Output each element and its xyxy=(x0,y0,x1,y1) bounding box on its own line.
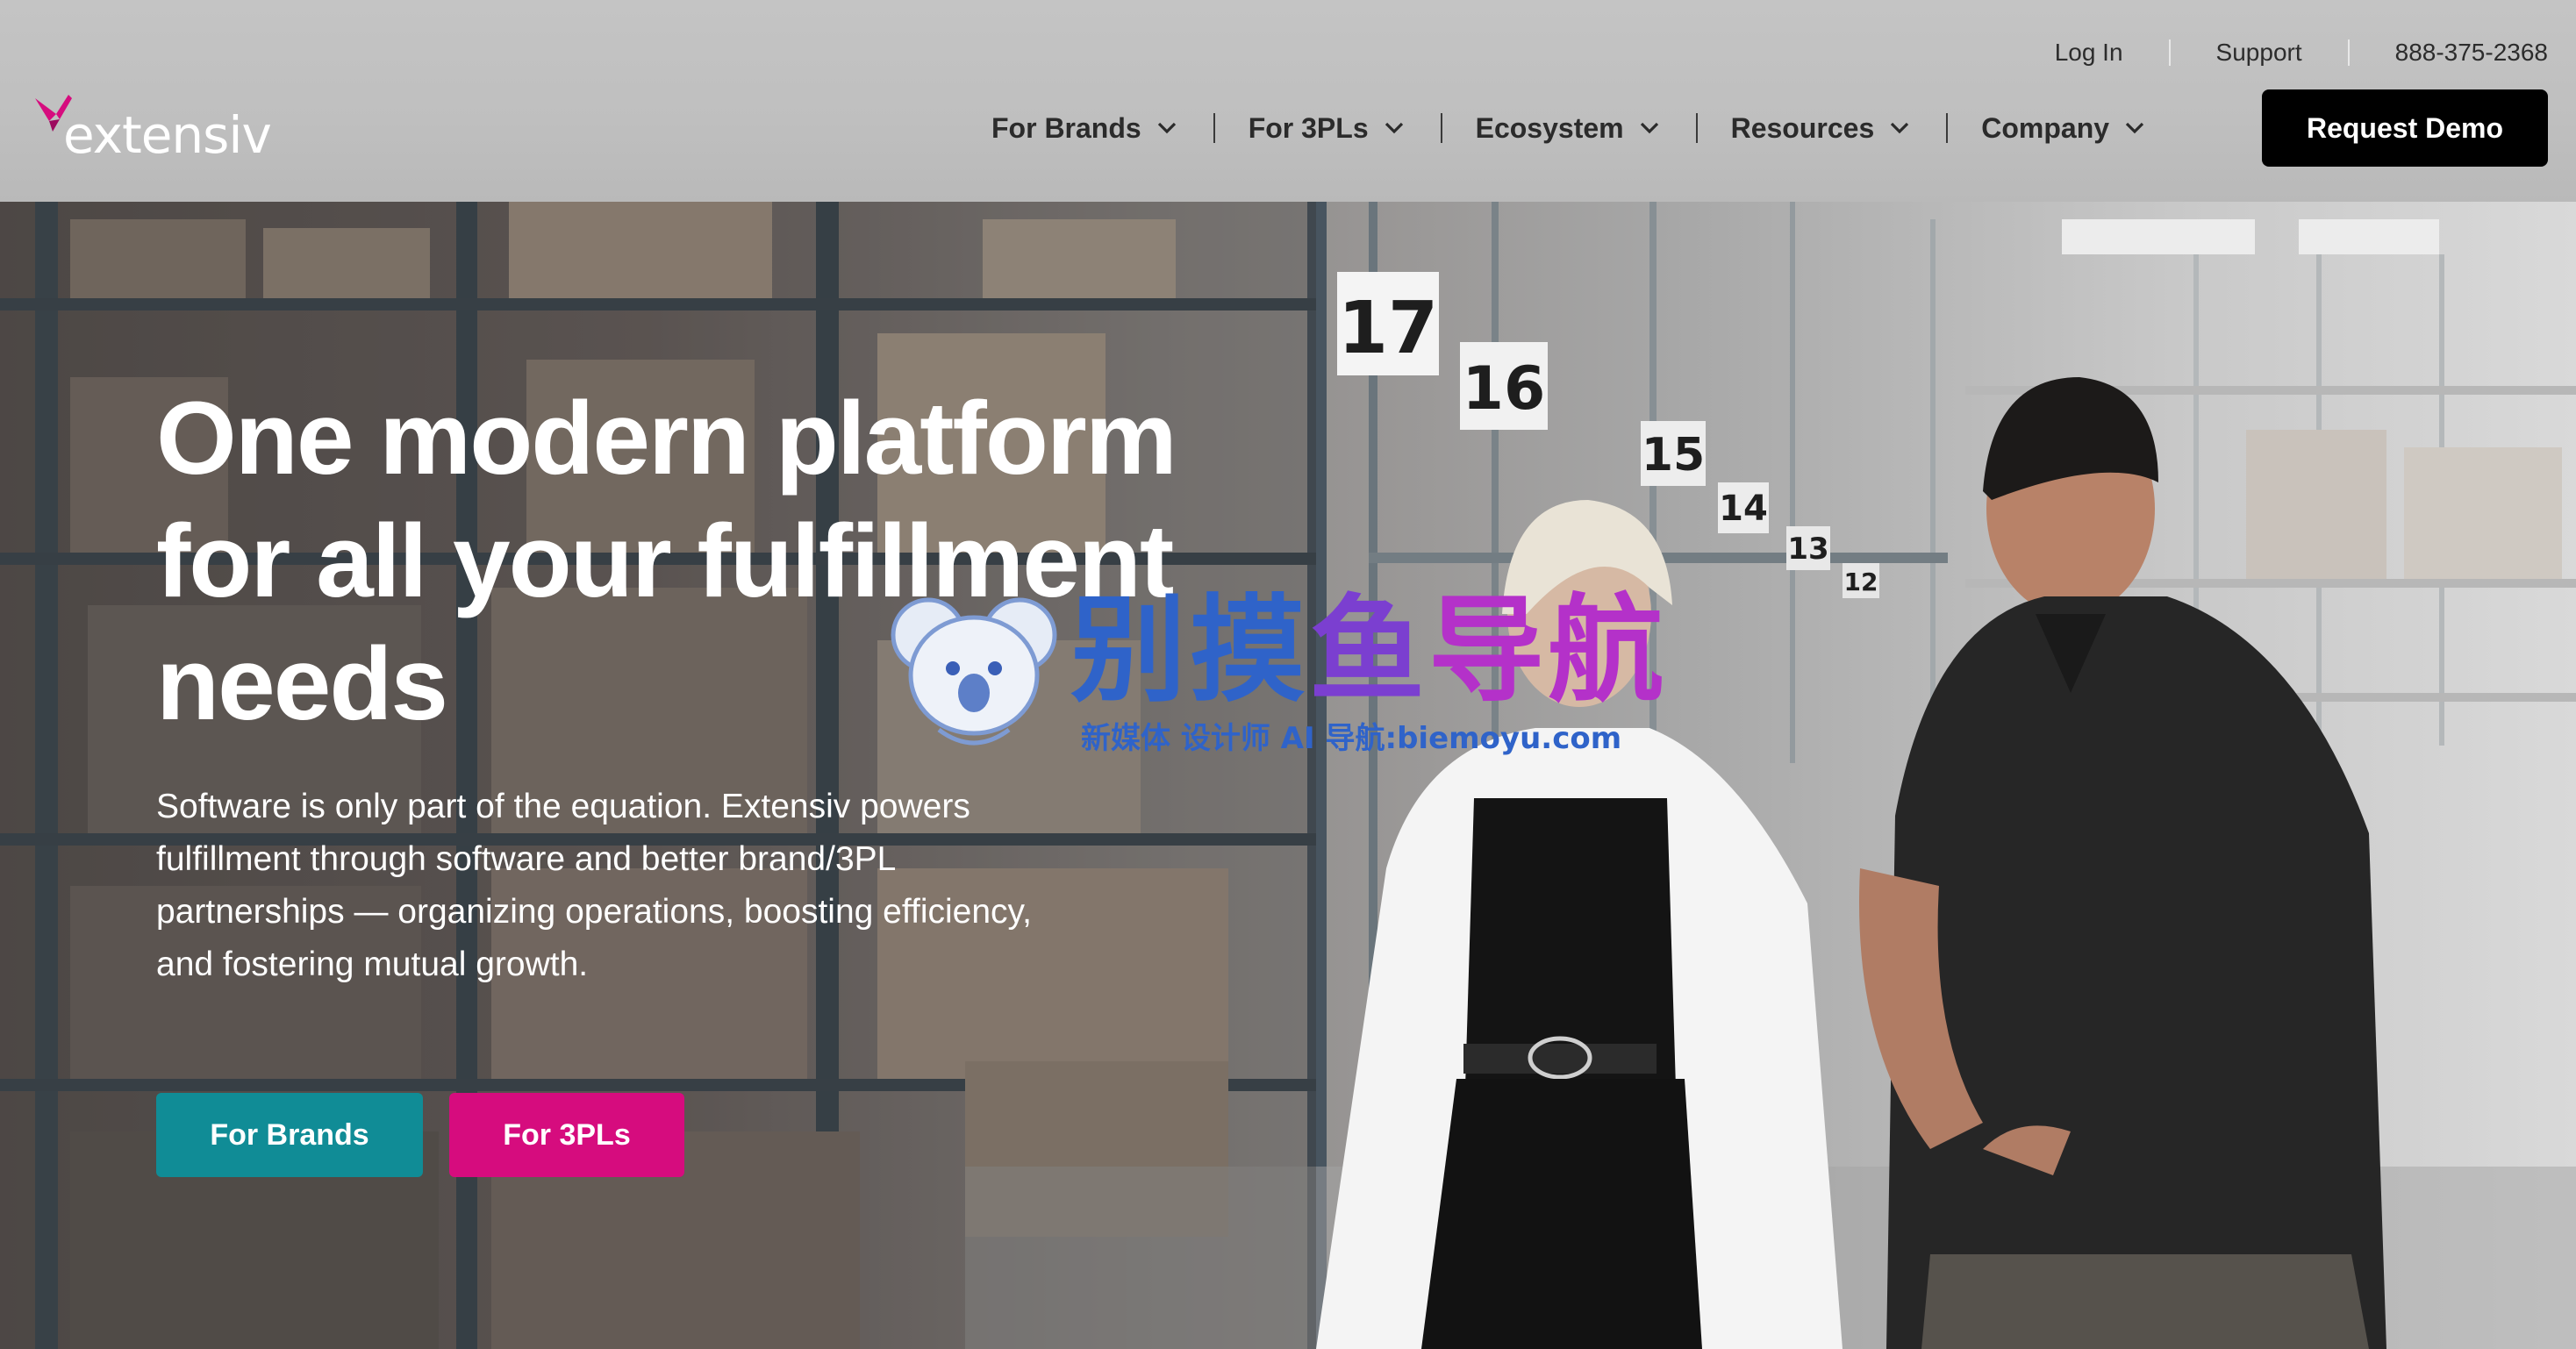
hero-title-line: One modern platform xyxy=(156,381,1177,496)
nav-item-label: Company xyxy=(1981,111,2110,144)
watermark-title-part: 导航 xyxy=(1428,583,1667,718)
main-nav: For Brands For 3PLs Ecosystem Resources … xyxy=(991,90,2144,166)
nav-item-for-brands[interactable]: For Brands xyxy=(991,112,1177,145)
hero-section: 17 16 15 14 13 12 One modern platform fo… xyxy=(0,202,2576,1349)
logo-wordmark: extensiv xyxy=(63,105,272,165)
for-3pls-button[interactable]: For 3PLs xyxy=(449,1093,684,1177)
hero-subtitle: Software is only part of the equation. E… xyxy=(156,788,1032,983)
site-header: extensiv Log In Support 888-375-2368 For… xyxy=(0,0,2576,202)
nav-item-label: Ecosystem xyxy=(1475,111,1624,144)
nav-divider xyxy=(1946,113,1949,143)
nav-item-label: For Brands xyxy=(991,111,1141,144)
aisle-sign-15: 15 xyxy=(1642,429,1705,482)
nav-item-company[interactable]: Company xyxy=(1981,112,2144,145)
aisle-sign-16: 16 xyxy=(1463,354,1546,424)
phone-link[interactable]: 888-375-2368 xyxy=(2395,39,2548,67)
login-link[interactable]: Log In xyxy=(2055,39,2123,67)
chevron-down-icon xyxy=(1640,122,1658,134)
watermark-title-part: 鱼 xyxy=(1309,583,1428,718)
request-demo-button[interactable]: Request Demo xyxy=(2262,89,2548,167)
utility-divider xyxy=(2347,39,2350,66)
nav-item-for-3pls[interactable]: For 3PLs xyxy=(1249,112,1404,145)
hero-title-line: needs xyxy=(156,626,448,742)
utility-nav: Log In Support 888-375-2368 xyxy=(2055,35,2548,70)
watermark-title-part: 别摸 xyxy=(1070,583,1309,718)
nav-item-ecosystem[interactable]: Ecosystem xyxy=(1476,112,1659,145)
nav-item-resources[interactable]: Resources xyxy=(1731,112,1910,145)
watermark-overlay: 别摸鱼导航 新媒体 设计师 AI 导航:biemoyu.com xyxy=(886,589,1676,765)
aisle-sign-14: 14 xyxy=(1719,489,1768,529)
support-link[interactable]: Support xyxy=(2216,39,2302,67)
watermark-title: 别摸鱼导航 xyxy=(1070,589,1667,712)
for-brands-button[interactable]: For Brands xyxy=(156,1093,423,1177)
extensiv-logo[interactable]: extensiv xyxy=(33,88,279,167)
chevron-down-icon xyxy=(1891,122,1909,134)
chevron-down-icon xyxy=(1157,122,1176,134)
aisle-sign-12: 12 xyxy=(1844,567,1878,596)
aisle-sign-17: 17 xyxy=(1338,287,1438,370)
chevron-down-icon xyxy=(2125,122,2144,134)
nav-divider xyxy=(1440,113,1442,143)
nav-item-label: For 3PLs xyxy=(1248,111,1369,144)
utility-divider xyxy=(2168,39,2171,66)
nav-divider xyxy=(1695,113,1698,143)
chevron-down-icon xyxy=(1385,122,1403,134)
koala-icon xyxy=(891,597,1057,746)
aisle-sign-13: 13 xyxy=(1787,532,1828,567)
nav-divider xyxy=(1213,113,1215,143)
watermark-subtitle: 新媒体 设计师 AI 导航:biemoyu.com xyxy=(1081,721,1622,756)
nav-item-label: Resources xyxy=(1730,111,1875,144)
